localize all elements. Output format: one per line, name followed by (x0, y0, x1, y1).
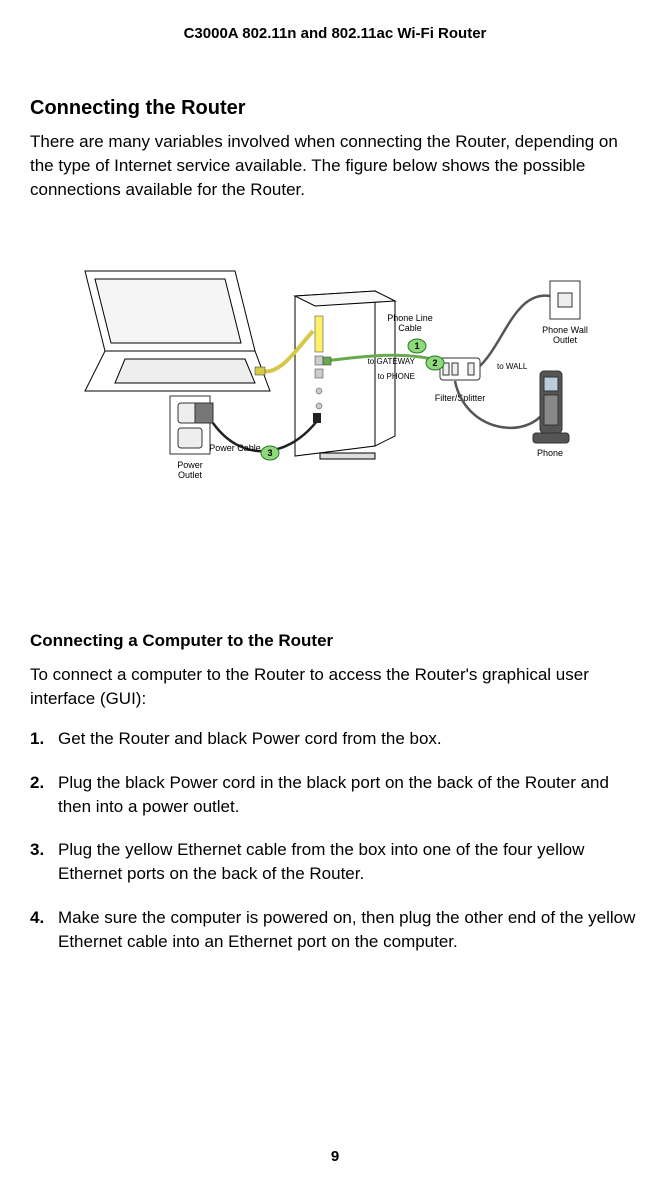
wall-cable-icon (480, 296, 550, 366)
power-outlet-icon (170, 396, 213, 454)
phone-wall-outlet-icon (550, 281, 580, 319)
label-to-phone: to PHONE (378, 372, 415, 381)
phone-icon (533, 371, 569, 443)
phone-cable-icon (455, 381, 545, 428)
sub-intro-paragraph: To connect a computer to the Router to a… (30, 663, 640, 711)
intro-paragraph: There are many variables involved when c… (30, 130, 640, 201)
laptop-icon (85, 271, 270, 391)
step-item: Make sure the computer is powered on, th… (30, 906, 640, 954)
label-power-cable: Power Cable (209, 443, 261, 453)
step-item: Plug the black Power cord in the black p… (30, 771, 640, 819)
steps-list: Get the Router and black Power cord from… (30, 727, 640, 954)
svg-text:3: 3 (267, 448, 272, 458)
callout-two-icon: 2 (426, 356, 444, 370)
document-page: C3000A 802.11n and 802.11ac Wi-Fi Router… (0, 0, 670, 1193)
label-phone: Phone (537, 448, 563, 458)
page-header: C3000A 802.11n and 802.11ac Wi-Fi Router (30, 25, 640, 42)
filter-splitter-icon (440, 358, 480, 380)
svg-text:2: 2 (432, 358, 437, 368)
connection-diagram: 1 Phone LineCable 2 to GATEWAY to PHONE … (65, 261, 605, 491)
label-to-gateway: to GATEWAY (368, 357, 416, 366)
section-title-connecting-computer: Connecting a Computer to the Router (30, 631, 640, 651)
step-item: Get the Router and black Power cord from… (30, 727, 640, 751)
label-phone-wall-outlet: Phone WallOutlet (542, 325, 588, 345)
callout-one-icon: 1 (408, 339, 426, 353)
step-item: Plug the yellow Ethernet cable from the … (30, 838, 640, 886)
label-power-outlet: PowerOutlet (177, 460, 203, 480)
svg-text:1: 1 (414, 341, 419, 351)
page-number: 9 (0, 1148, 670, 1165)
callout-three-icon: 3 (261, 446, 279, 460)
section-title-connecting-router: Connecting the Router (30, 97, 640, 120)
label-to-wall: to WALL (497, 362, 528, 371)
